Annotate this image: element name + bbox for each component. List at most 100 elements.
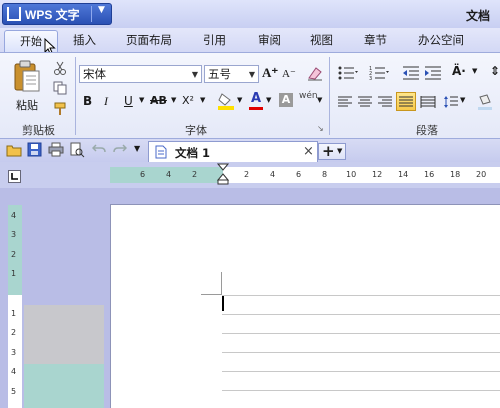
tab-left-icon <box>11 173 18 180</box>
chevron-down-icon[interactable]: ▼ <box>139 96 144 104</box>
title-bar: WPS 文字 ▼ 文档 <box>0 0 500 28</box>
ruler-tick: 2 <box>192 170 198 179</box>
ruler-tick: 2 <box>11 328 17 337</box>
chevron-down-icon[interactable]: ▼ <box>266 96 271 104</box>
ruler-tick: 20 <box>476 170 487 179</box>
paste-button[interactable] <box>12 59 42 95</box>
ruler-tick: 3 <box>11 348 17 357</box>
ribbon: 粘贴 剪贴板 宋体 ▼ 五号 ▼ A⁺ A⁻ B I U ▼ AB ▼ X² ▼… <box>0 52 500 138</box>
ruler-tick: 10 <box>346 170 357 179</box>
margin-corner-mark <box>201 294 222 295</box>
window-title: 文档 <box>466 9 491 23</box>
ribbon-tab-bar: 开始 插入 页面布局 引用 审阅 视图 章节 办公空间 <box>0 28 500 56</box>
tab-view[interactable]: 视图 <box>310 32 333 48</box>
pinyin-guide-button[interactable]: wén <box>299 91 318 101</box>
ruler-tick: 4 <box>11 211 17 220</box>
redo-icon[interactable] <box>113 143 127 155</box>
font-size-select[interactable]: 五号 ▼ <box>204 65 259 83</box>
grid-line <box>222 314 500 315</box>
bold-button[interactable]: B <box>83 94 92 108</box>
print-preview-icon[interactable] <box>69 142 85 158</box>
tab-office-space[interactable]: 办公空间 <box>418 32 464 48</box>
cut-icon[interactable] <box>53 61 67 75</box>
font-size-value: 五号 <box>208 67 231 81</box>
chevron-down-icon: ▼ <box>191 70 198 79</box>
open-folder-icon[interactable] <box>6 143 22 157</box>
tab-page-layout[interactable]: 页面布局 <box>126 32 172 48</box>
bullet-list-icon[interactable] <box>337 65 359 81</box>
strikethrough-button[interactable]: AB <box>150 94 167 107</box>
tab-review[interactable]: 审阅 <box>258 32 281 48</box>
new-document-button[interactable]: + ▼ <box>318 142 346 160</box>
tab-insert[interactable]: 插入 <box>73 32 96 48</box>
group-divider <box>75 57 76 135</box>
chevron-down-icon[interactable]: ▼ <box>472 67 477 75</box>
char-shading-button[interactable]: A <box>279 93 293 107</box>
chevron-down-icon[interactable]: ▼ <box>460 96 465 104</box>
chevron-down-icon[interactable]: ▼ <box>98 5 105 15</box>
customize-toolbar-icon[interactable]: ▼ <box>134 144 140 153</box>
decrease-indent-icon[interactable] <box>402 65 420 81</box>
menu-separator <box>91 6 92 22</box>
tab-stop-selector[interactable] <box>8 170 21 183</box>
ruler-tick: 2 <box>244 170 250 179</box>
distributed-align-icon[interactable] <box>420 95 436 109</box>
ruler-tick: 4 <box>270 170 276 179</box>
increase-indent-icon[interactable] <box>424 65 442 81</box>
align-center-icon[interactable] <box>357 95 373 109</box>
shrink-font-button[interactable]: A⁻ <box>282 67 296 80</box>
grow-font-button[interactable]: A⁺ <box>262 65 278 81</box>
line-spacing-icon[interactable] <box>443 95 459 109</box>
font-dialog-launcher-icon[interactable]: ↘ <box>317 124 324 133</box>
font-color-button[interactable]: A <box>248 91 264 111</box>
vertical-ruler[interactable]: 4 3 2 1 1 2 3 4 5 <box>8 205 22 408</box>
chevron-down-icon: ▼ <box>248 70 255 79</box>
quick-access-toolbar: ▼ 文档 1 × + ▼ <box>0 138 500 162</box>
print-icon[interactable] <box>48 142 64 157</box>
format-painter-icon[interactable] <box>53 102 67 116</box>
wps-menu-button[interactable]: WPS 文字 ▼ <box>2 3 112 25</box>
justify-button[interactable] <box>396 92 416 111</box>
italic-button[interactable]: I <box>104 94 108 109</box>
font-name-select[interactable]: 宋体 ▼ <box>79 65 202 83</box>
chinese-layout-icon[interactable]: Ä· <box>452 64 466 78</box>
numbered-list-icon[interactable]: 123 <box>369 65 391 81</box>
grid-line <box>222 390 500 391</box>
shading-icon[interactable] <box>476 93 494 111</box>
wps-app-title: WPS 文字 <box>25 8 80 22</box>
tab-chapter[interactable]: 章节 <box>364 32 387 48</box>
paste-label[interactable]: 粘贴 <box>16 97 38 113</box>
chevron-down-icon[interactable]: ▼ <box>317 96 322 104</box>
ruler-tick: 6 <box>296 170 302 179</box>
close-icon[interactable]: × <box>303 144 314 159</box>
ruler-tick: 1 <box>11 269 17 278</box>
align-justify-icon <box>399 96 413 107</box>
document-tab[interactable]: 文档 1 × <box>148 141 318 162</box>
ruler-tick: 2 <box>11 250 17 259</box>
document-page[interactable] <box>110 204 500 408</box>
svg-text:3: 3 <box>369 76 372 81</box>
highlight-icon[interactable] <box>216 91 236 111</box>
horizontal-ruler[interactable]: 6 4 2 2 4 6 8 10 12 14 16 18 20 <box>110 163 500 185</box>
ruler-tick: 4 <box>11 367 17 376</box>
copy-icon[interactable] <box>53 81 67 95</box>
align-left-icon[interactable] <box>337 95 353 109</box>
save-icon[interactable] <box>27 142 42 157</box>
wps-logo-icon <box>7 7 21 21</box>
underline-button[interactable]: U <box>124 94 133 108</box>
ruler-tick: 8 <box>322 170 328 179</box>
indent-marker-icon[interactable] <box>217 163 229 185</box>
chevron-down-icon[interactable]: ▼ <box>200 96 205 104</box>
side-panel-teal <box>24 364 104 408</box>
chevron-down-icon[interactable]: ▼ <box>237 96 242 104</box>
align-right-icon[interactable] <box>377 95 393 109</box>
chevron-down-icon[interactable]: ▼ <box>171 96 176 104</box>
grid-line <box>222 352 500 353</box>
grid-line <box>222 333 500 334</box>
tab-references[interactable]: 引用 <box>203 32 226 48</box>
clear-format-icon[interactable] <box>306 65 324 81</box>
show-marks-icon[interactable]: ⇕ <box>490 64 500 78</box>
undo-icon[interactable] <box>92 143 106 155</box>
superscript-button[interactable]: X² <box>182 94 194 107</box>
ruler-bar: 6 4 2 2 4 6 8 10 12 14 16 18 20 <box>0 162 500 188</box>
